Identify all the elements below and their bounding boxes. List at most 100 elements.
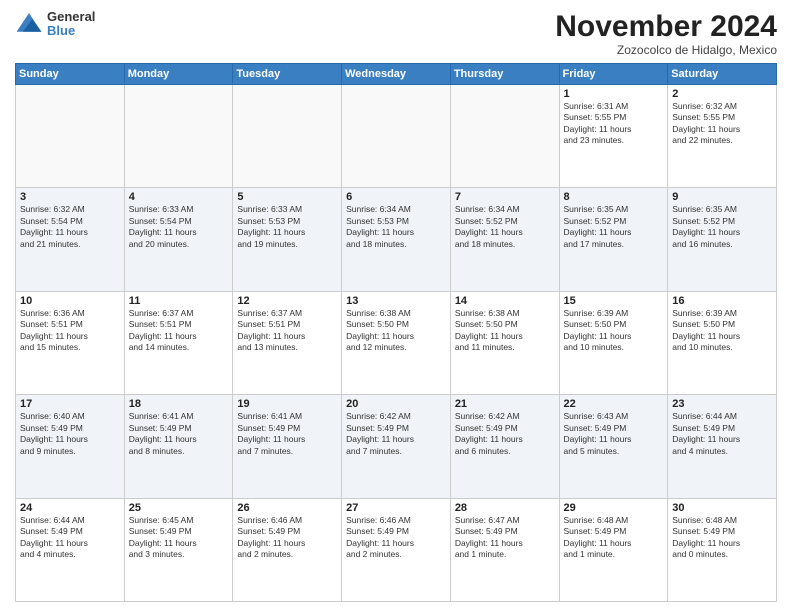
cell-info: Sunrise: 6:36 AM Sunset: 5:51 PM Dayligh… [20,308,120,354]
day-number: 18 [129,398,229,410]
day-number: 26 [237,502,337,514]
cell-info: Sunrise: 6:38 AM Sunset: 5:50 PM Dayligh… [455,308,555,354]
day-number: 13 [346,295,446,307]
calendar-cell [233,85,342,188]
day-number: 10 [20,295,120,307]
cell-info: Sunrise: 6:34 AM Sunset: 5:52 PM Dayligh… [455,204,555,250]
calendar-cell: 24Sunrise: 6:44 AM Sunset: 5:49 PM Dayli… [16,498,125,601]
cell-info: Sunrise: 6:41 AM Sunset: 5:49 PM Dayligh… [129,411,229,457]
day-number: 4 [129,191,229,203]
calendar-cell: 20Sunrise: 6:42 AM Sunset: 5:49 PM Dayli… [342,395,451,498]
day-number: 23 [672,398,772,410]
weekday-header-tuesday: Tuesday [233,64,342,85]
day-number: 11 [129,295,229,307]
calendar-cell: 1Sunrise: 6:31 AM Sunset: 5:55 PM Daylig… [559,85,668,188]
calendar-cell: 25Sunrise: 6:45 AM Sunset: 5:49 PM Dayli… [124,498,233,601]
day-number: 17 [20,398,120,410]
calendar-cell: 7Sunrise: 6:34 AM Sunset: 5:52 PM Daylig… [450,188,559,291]
calendar-cell: 12Sunrise: 6:37 AM Sunset: 5:51 PM Dayli… [233,291,342,394]
cell-info: Sunrise: 6:42 AM Sunset: 5:49 PM Dayligh… [455,411,555,457]
calendar-cell: 13Sunrise: 6:38 AM Sunset: 5:50 PM Dayli… [342,291,451,394]
calendar-cell: 23Sunrise: 6:44 AM Sunset: 5:49 PM Dayli… [668,395,777,498]
cell-info: Sunrise: 6:33 AM Sunset: 5:53 PM Dayligh… [237,204,337,250]
calendar-cell: 9Sunrise: 6:35 AM Sunset: 5:52 PM Daylig… [668,188,777,291]
calendar-cell: 11Sunrise: 6:37 AM Sunset: 5:51 PM Dayli… [124,291,233,394]
cell-info: Sunrise: 6:41 AM Sunset: 5:49 PM Dayligh… [237,411,337,457]
calendar-header: SundayMondayTuesdayWednesdayThursdayFrid… [16,64,777,85]
cell-info: Sunrise: 6:31 AM Sunset: 5:55 PM Dayligh… [564,101,664,147]
day-number: 14 [455,295,555,307]
logo-general-text: General [47,10,95,24]
day-number: 21 [455,398,555,410]
day-number: 29 [564,502,664,514]
page: General Blue November 2024 Zozocolco de … [0,0,792,612]
calendar-cell: 17Sunrise: 6:40 AM Sunset: 5:49 PM Dayli… [16,395,125,498]
calendar-cell: 29Sunrise: 6:48 AM Sunset: 5:49 PM Dayli… [559,498,668,601]
weekday-header-monday: Monday [124,64,233,85]
month-title: November 2024 [555,10,777,43]
calendar-week-row: 24Sunrise: 6:44 AM Sunset: 5:49 PM Dayli… [16,498,777,601]
day-number: 19 [237,398,337,410]
calendar-cell: 26Sunrise: 6:46 AM Sunset: 5:49 PM Dayli… [233,498,342,601]
cell-info: Sunrise: 6:32 AM Sunset: 5:54 PM Dayligh… [20,204,120,250]
calendar-cell: 5Sunrise: 6:33 AM Sunset: 5:53 PM Daylig… [233,188,342,291]
weekday-header-row: SundayMondayTuesdayWednesdayThursdayFrid… [16,64,777,85]
calendar-body: 1Sunrise: 6:31 AM Sunset: 5:55 PM Daylig… [16,85,777,602]
cell-info: Sunrise: 6:32 AM Sunset: 5:55 PM Dayligh… [672,101,772,147]
cell-info: Sunrise: 6:34 AM Sunset: 5:53 PM Dayligh… [346,204,446,250]
logo: General Blue [15,10,95,39]
cell-info: Sunrise: 6:43 AM Sunset: 5:49 PM Dayligh… [564,411,664,457]
day-number: 20 [346,398,446,410]
day-number: 8 [564,191,664,203]
day-number: 30 [672,502,772,514]
cell-info: Sunrise: 6:48 AM Sunset: 5:49 PM Dayligh… [564,515,664,561]
calendar-cell: 19Sunrise: 6:41 AM Sunset: 5:49 PM Dayli… [233,395,342,498]
cell-info: Sunrise: 6:42 AM Sunset: 5:49 PM Dayligh… [346,411,446,457]
day-number: 16 [672,295,772,307]
cell-info: Sunrise: 6:37 AM Sunset: 5:51 PM Dayligh… [129,308,229,354]
calendar-week-row: 1Sunrise: 6:31 AM Sunset: 5:55 PM Daylig… [16,85,777,188]
calendar-cell: 21Sunrise: 6:42 AM Sunset: 5:49 PM Dayli… [450,395,559,498]
calendar-cell: 18Sunrise: 6:41 AM Sunset: 5:49 PM Dayli… [124,395,233,498]
calendar-cell [124,85,233,188]
logo-icon [15,10,43,38]
cell-info: Sunrise: 6:48 AM Sunset: 5:49 PM Dayligh… [672,515,772,561]
calendar-cell: 22Sunrise: 6:43 AM Sunset: 5:49 PM Dayli… [559,395,668,498]
logo-text: General Blue [47,10,95,39]
calendar-cell: 3Sunrise: 6:32 AM Sunset: 5:54 PM Daylig… [16,188,125,291]
calendar-cell: 27Sunrise: 6:46 AM Sunset: 5:49 PM Dayli… [342,498,451,601]
calendar-cell [342,85,451,188]
calendar-cell: 10Sunrise: 6:36 AM Sunset: 5:51 PM Dayli… [16,291,125,394]
calendar-cell: 14Sunrise: 6:38 AM Sunset: 5:50 PM Dayli… [450,291,559,394]
calendar-cell: 15Sunrise: 6:39 AM Sunset: 5:50 PM Dayli… [559,291,668,394]
calendar-cell: 8Sunrise: 6:35 AM Sunset: 5:52 PM Daylig… [559,188,668,291]
header: General Blue November 2024 Zozocolco de … [15,10,777,57]
weekday-header-thursday: Thursday [450,64,559,85]
logo-blue-text: Blue [47,24,95,38]
cell-info: Sunrise: 6:39 AM Sunset: 5:50 PM Dayligh… [564,308,664,354]
calendar-cell [16,85,125,188]
day-number: 1 [564,88,664,100]
cell-info: Sunrise: 6:46 AM Sunset: 5:49 PM Dayligh… [237,515,337,561]
cell-info: Sunrise: 6:44 AM Sunset: 5:49 PM Dayligh… [20,515,120,561]
day-number: 5 [237,191,337,203]
title-section: November 2024 Zozocolco de Hidalgo, Mexi… [555,10,777,57]
calendar-cell [450,85,559,188]
weekday-header-friday: Friday [559,64,668,85]
calendar-week-row: 10Sunrise: 6:36 AM Sunset: 5:51 PM Dayli… [16,291,777,394]
calendar-cell: 28Sunrise: 6:47 AM Sunset: 5:49 PM Dayli… [450,498,559,601]
weekday-header-wednesday: Wednesday [342,64,451,85]
cell-info: Sunrise: 6:44 AM Sunset: 5:49 PM Dayligh… [672,411,772,457]
day-number: 24 [20,502,120,514]
cell-info: Sunrise: 6:47 AM Sunset: 5:49 PM Dayligh… [455,515,555,561]
cell-info: Sunrise: 6:39 AM Sunset: 5:50 PM Dayligh… [672,308,772,354]
day-number: 7 [455,191,555,203]
day-number: 12 [237,295,337,307]
calendar-cell: 2Sunrise: 6:32 AM Sunset: 5:55 PM Daylig… [668,85,777,188]
location: Zozocolco de Hidalgo, Mexico [555,43,777,57]
weekday-header-saturday: Saturday [668,64,777,85]
calendar-week-row: 3Sunrise: 6:32 AM Sunset: 5:54 PM Daylig… [16,188,777,291]
calendar-cell: 6Sunrise: 6:34 AM Sunset: 5:53 PM Daylig… [342,188,451,291]
cell-info: Sunrise: 6:45 AM Sunset: 5:49 PM Dayligh… [129,515,229,561]
day-number: 15 [564,295,664,307]
